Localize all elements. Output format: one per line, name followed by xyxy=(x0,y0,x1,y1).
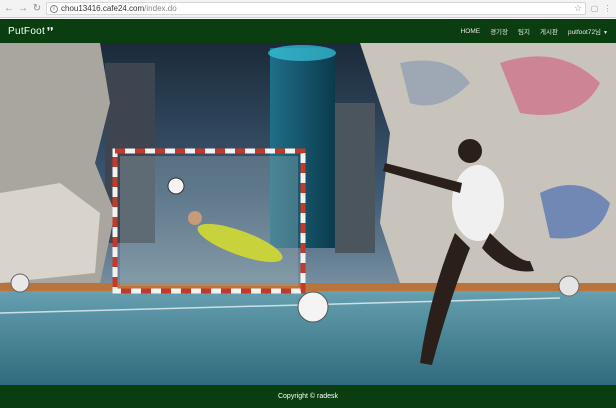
brand-name: PutFoot xyxy=(8,25,46,37)
reload-icon[interactable]: ↻ xyxy=(32,3,42,15)
goalkeeper-head xyxy=(188,211,202,225)
menu-item-stadium[interactable]: 경기장 xyxy=(490,26,508,36)
tower-glow xyxy=(268,45,336,61)
caret-down-icon: ▼ xyxy=(603,30,608,36)
info-icon[interactable]: i xyxy=(50,4,58,13)
address-bar[interactable]: i chou13416.cafe24.com/index.do ☆ xyxy=(46,2,586,15)
brand-logo[interactable]: PutFoot ❜❜ xyxy=(8,26,54,37)
user-name: putfoot72님 xyxy=(567,29,602,36)
hero-image xyxy=(0,43,616,385)
menu-item-home[interactable]: HOME xyxy=(461,28,481,35)
building xyxy=(335,103,375,253)
site-footer: Copyright © radesk xyxy=(0,385,616,408)
copyright-text: Copyright © radesk xyxy=(277,393,339,400)
goal-net xyxy=(120,156,298,286)
floor-edge xyxy=(0,283,616,291)
user-menu-dropdown[interactable]: putfoot72님 ▼ xyxy=(568,26,608,36)
footprint-icon: ❜❜ xyxy=(47,25,54,36)
forward-arrow-icon[interactable]: → xyxy=(18,3,28,15)
hero-scene xyxy=(0,43,616,385)
browser-toolbar: ← → ↻ i chou13416.cafe24.com/index.do ☆ … xyxy=(0,0,616,18)
menu-dots-icon[interactable]: ⋮ xyxy=(603,4,612,13)
extension-icon[interactable]: ▢ xyxy=(590,4,599,13)
ball xyxy=(167,177,185,195)
bookmark-star-icon[interactable]: ☆ xyxy=(574,3,582,14)
striker-head xyxy=(458,139,482,163)
url-text[interactable]: chou13416.cafe24.com/index.do xyxy=(61,4,177,13)
url-host: chou13416.cafe24.com xyxy=(61,4,145,13)
site-navbar: PutFoot ❜❜ HOME 경기장 팀지 게시판 putfoot72님 ▼ xyxy=(0,19,616,43)
ball xyxy=(558,275,580,297)
url-path: /index.do xyxy=(144,4,177,13)
menu-item-board[interactable]: 게시판 xyxy=(540,26,558,36)
striker-shirt xyxy=(452,165,504,241)
ball xyxy=(297,291,329,323)
back-arrow-icon[interactable]: ← xyxy=(4,3,14,15)
menu-item-team[interactable]: 팀지 xyxy=(518,26,530,36)
ball xyxy=(10,273,30,293)
main-menu: HOME 경기장 팀지 게시판 putfoot72님 ▼ xyxy=(461,26,608,37)
